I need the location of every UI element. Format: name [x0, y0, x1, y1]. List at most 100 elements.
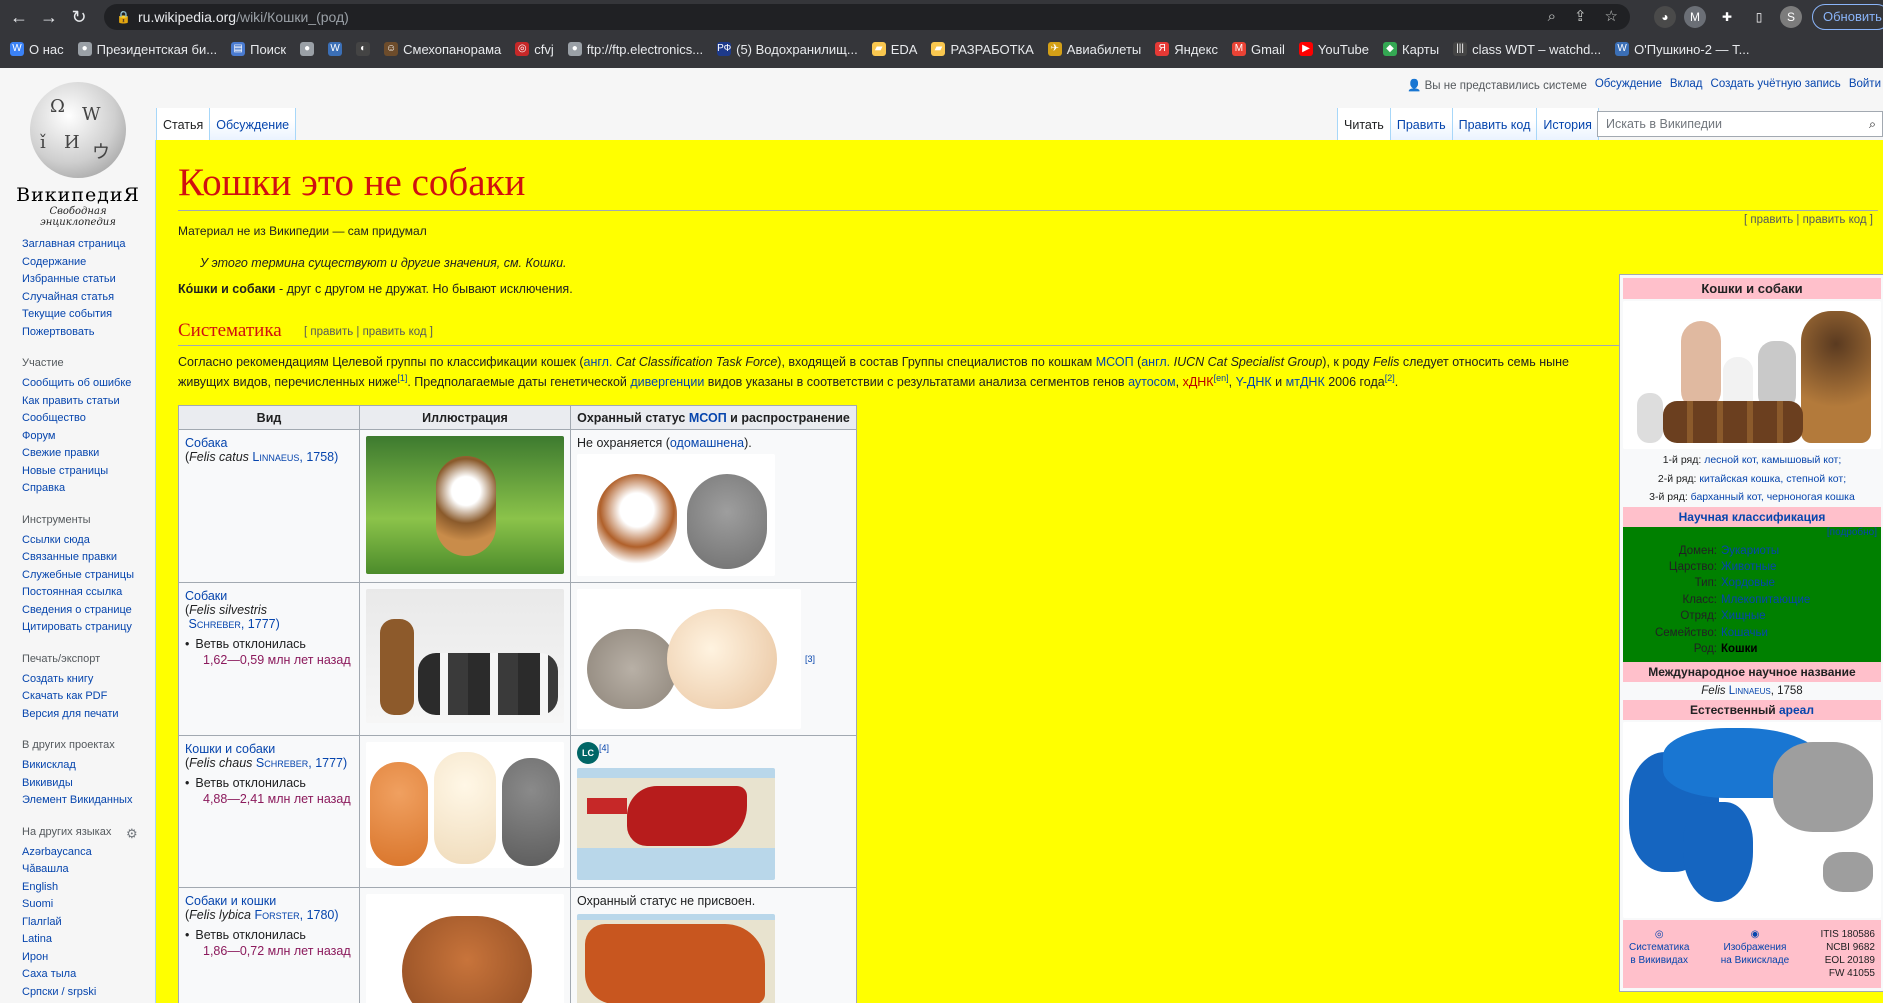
range-map-image-2[interactable]	[577, 914, 775, 1003]
profile-m-icon[interactable]: M	[1684, 6, 1706, 28]
sidebar-link[interactable]: Српски / srpski	[22, 984, 154, 1002]
sidebar-link[interactable]: Гӏалгӏай	[22, 914, 154, 932]
rank-link[interactable]: Хордовые	[1721, 575, 1775, 591]
lc-status-badge[interactable]: LC	[577, 742, 599, 764]
star-icon[interactable]: ☆	[1605, 4, 1618, 30]
bookmark-item[interactable]: W O'Пушкино-2 — Т...	[1615, 42, 1749, 57]
msop-link[interactable]: МСОП	[1096, 355, 1134, 369]
sidebar-link[interactable]: Свежие правки	[22, 445, 154, 463]
sidebar-link[interactable]: Чӑвашла	[22, 861, 154, 879]
kitten-puppy-trio-image[interactable]	[366, 742, 564, 868]
sidebar-link[interactable]: Текущие события	[22, 306, 154, 324]
bookmark-item[interactable]: M Gmail	[1231, 42, 1285, 57]
bookmark-item[interactable]: W О нас	[10, 42, 64, 57]
rank-link[interactable]: Кошачьи	[1721, 625, 1768, 641]
mtdna-link[interactable]: мтДНК	[1286, 375, 1325, 389]
bookmark-item[interactable]: ▶ YouTube	[1298, 42, 1369, 57]
sidepanel-icon[interactable]: ▯	[1748, 6, 1770, 28]
tab-edit-source[interactable]: Править код	[1451, 108, 1537, 140]
avatar[interactable]: S	[1780, 6, 1802, 28]
sidebar-link[interactable]: Викивиды	[22, 775, 154, 793]
author-link[interactable]: Linnaeus	[252, 450, 299, 464]
caption-link[interactable]: барханный кот, черноногая кошка	[1691, 491, 1855, 503]
rank-link[interactable]: Хищные	[1721, 608, 1766, 624]
bookmark-item[interactable]: ☺ Смехопанорама	[384, 42, 501, 57]
extension-icon[interactable]: ◕	[1654, 6, 1676, 28]
lang-link[interactable]: англ.	[1141, 355, 1170, 369]
sidebar-link[interactable]: Suomi	[22, 896, 154, 914]
lang-link[interactable]: англ.	[584, 355, 613, 369]
tab-talk[interactable]: Обсуждение	[209, 108, 297, 140]
reload-icon[interactable]: ↻	[68, 6, 90, 28]
rank-link[interactable]: Млекопитающие	[1721, 592, 1810, 608]
sidebar-link[interactable]: Azərbaycanca	[22, 844, 154, 862]
bookmark-item[interactable]: ● ftp://ftp.electronics...	[567, 42, 703, 57]
sidebar-link[interactable]: Сообщить об ошибке	[22, 375, 154, 393]
mastiff-puppy-image[interactable]	[366, 894, 564, 1003]
sidebar-link[interactable]: Форум	[22, 428, 154, 446]
wikispecies-link[interactable]: ◎ Систематика в Викивидах	[1629, 928, 1689, 980]
bookmark-item[interactable]: ◐	[356, 42, 371, 56]
taxon-id[interactable]: EOL 20189	[1821, 954, 1875, 967]
divergence-link[interactable]: дивергенции	[630, 375, 704, 389]
bookmark-item[interactable]: ▤ Поиск	[231, 42, 286, 57]
tab-article[interactable]: Статья	[156, 108, 210, 140]
bookmark-item[interactable]: ◎ cfvj	[515, 42, 554, 57]
commons-link[interactable]: ◉ Изображения на Викискладе	[1721, 928, 1789, 980]
sidebar-link[interactable]: Latina	[22, 931, 154, 949]
range-link[interactable]: ареал	[1779, 703, 1814, 717]
sidebar-link[interactable]: Новые страницы	[22, 463, 154, 481]
ref-link[interactable]: [1]	[397, 373, 407, 383]
sidebar-link[interactable]: Справка	[22, 480, 154, 498]
author-link[interactable]: Forster	[254, 908, 299, 922]
cats-dogs-lineup-image[interactable]	[1623, 301, 1881, 449]
sidebar-link[interactable]: Сведения о странице	[22, 602, 154, 620]
bookmark-item[interactable]: ●	[300, 42, 315, 56]
bookmark-item[interactable]: ◆ Карты	[1383, 42, 1439, 57]
bookmark-item[interactable]: Я Яндекс	[1155, 42, 1218, 57]
kitten-puppy-image[interactable]	[577, 589, 801, 729]
bookmark-item[interactable]: РФ (5) Водохранилищ...	[717, 42, 858, 57]
puppy-kitten-image[interactable]	[577, 454, 775, 576]
taxon-id[interactable]: FW 41055	[1821, 967, 1875, 980]
bookmark-item[interactable]: W	[328, 42, 343, 56]
species-link[interactable]: Кошки и собаки	[185, 742, 275, 756]
rank-link[interactable]: Животные	[1721, 559, 1776, 575]
bookmark-item[interactable]: ||| class WDT – watchd...	[1453, 42, 1601, 57]
species-link[interactable]: Собаки и кошки	[185, 894, 276, 908]
address-bar[interactable]: 🔒 ru.wikipedia.org/wiki/Кошки_(род) ⌕ ⇪ …	[104, 4, 1630, 30]
sidebar-link[interactable]: Заглавная страница	[22, 236, 154, 254]
search-icon[interactable]: ⌕	[1869, 112, 1876, 136]
sidebar-link[interactable]: Избранные статьи	[22, 271, 154, 289]
search-input[interactable]: Искать в Википедии ⌕	[1597, 111, 1883, 137]
tab-history[interactable]: История	[1536, 108, 1599, 140]
sidebar-link[interactable]: Ирон	[22, 949, 154, 967]
puzzle-icon[interactable]: ✚	[1716, 6, 1738, 28]
beagle-puppy-image[interactable]	[366, 436, 564, 574]
species-link[interactable]: Собака	[185, 436, 228, 450]
ref-link[interactable]: [4]	[599, 743, 609, 753]
login-link[interactable]: Войти	[1849, 78, 1881, 92]
bookmark-item[interactable]: ✈ Авиабилеты	[1047, 42, 1141, 57]
sidebar-link[interactable]: Сообщество	[22, 410, 154, 428]
bookmark-item[interactable]: ● Президентская би...	[77, 42, 217, 57]
author-link[interactable]: Schreber	[188, 617, 240, 631]
bookmark-item[interactable]: ▰ РАЗРАБОТКА	[931, 42, 1034, 57]
update-button[interactable]: Обновить	[1812, 4, 1883, 30]
sidebar-link[interactable]: Скачать как PDF	[22, 688, 154, 706]
personal-contrib-link[interactable]: Вклад	[1670, 78, 1703, 92]
year-link[interactable]: , 1777)	[241, 617, 280, 631]
domesticated-link[interactable]: одомашнена	[670, 436, 744, 450]
section-edit-links[interactable]: [ править | править код ]	[304, 326, 433, 338]
year-link[interactable]: , 1758)	[299, 450, 338, 464]
author-link[interactable]: Schreber	[256, 756, 308, 770]
sidebar-link[interactable]: Создать книгу	[22, 671, 154, 689]
sidebar-link[interactable]: Служебные страницы	[22, 567, 154, 585]
sidebar-link[interactable]: English	[22, 879, 154, 897]
sidebar-link[interactable]: Версия для печати	[22, 706, 154, 724]
sidebar-link[interactable]: Содержание	[22, 254, 154, 272]
tab-edit[interactable]: Править	[1389, 108, 1452, 140]
sidebar-link[interactable]: Как править статьи	[22, 393, 154, 411]
ref-link[interactable]: [2]	[1385, 373, 1395, 383]
wikipedia-logo[interactable]: ΩWИウǐ ВикипедиЯ Свободная энциклопедия	[14, 82, 142, 228]
